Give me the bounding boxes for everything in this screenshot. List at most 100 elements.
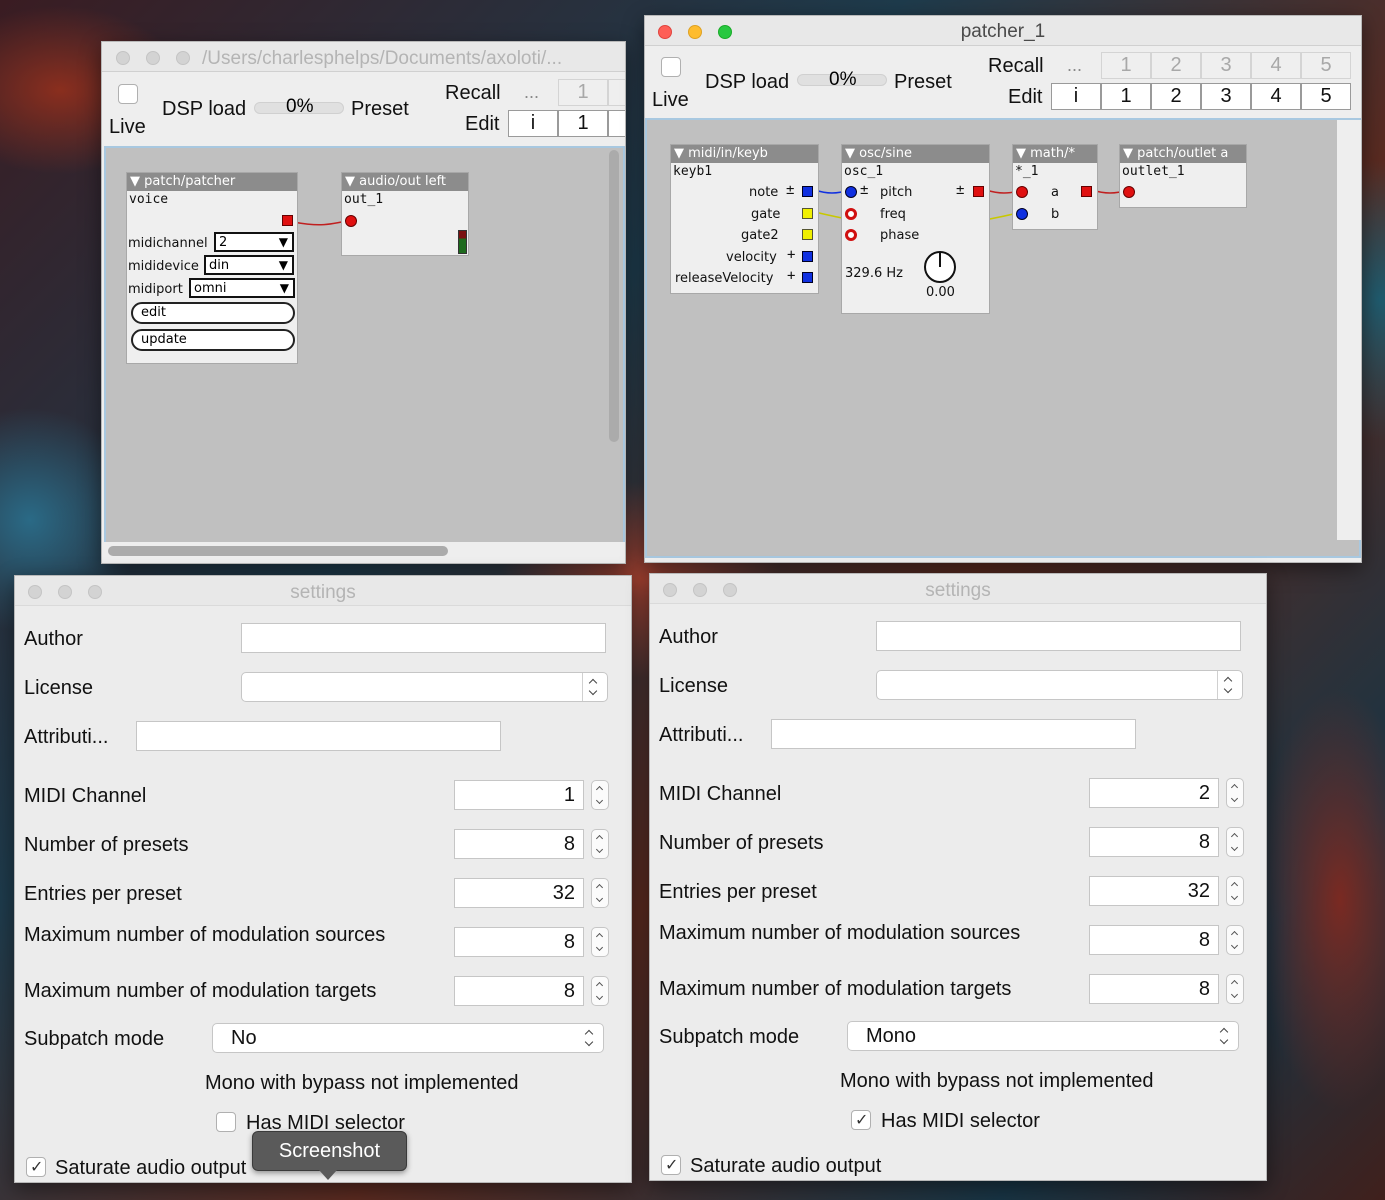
entries-stepper[interactable] <box>591 878 609 908</box>
outlet-pin-note[interactable] <box>802 186 813 197</box>
inlet-pin[interactable] <box>345 215 357 227</box>
inlet-pin-phase[interactable] <box>845 229 857 241</box>
midi-channel-stepper[interactable] <box>1226 778 1244 808</box>
edit-info-button[interactable]: i <box>508 110 558 137</box>
recall-preset-2-cut[interactable] <box>608 79 625 106</box>
subpatch-mode-select[interactable]: Mono <box>847 1021 1239 1051</box>
outlet-pin-result[interactable] <box>1081 186 1092 197</box>
presets-field[interactable]: 8 <box>1089 827 1219 857</box>
attribution-field[interactable] <box>771 719 1136 749</box>
object-instance-name[interactable]: outlet_1 <box>1122 164 1185 179</box>
edit-subpatch-button[interactable]: edit <box>131 302 295 324</box>
vertical-scrollbar[interactable] <box>609 150 619 442</box>
title-bar[interactable]: patcher_1 <box>645 16 1361 46</box>
preset-ellipsis[interactable]: ... <box>524 82 539 103</box>
collapse-triangle-icon[interactable]: ▼ <box>130 174 144 189</box>
mod-sources-stepper[interactable] <box>591 927 609 957</box>
minimize-button[interactable] <box>146 51 160 65</box>
horizontal-scrollbar[interactable] <box>108 546 448 556</box>
presets-stepper[interactable] <box>1226 827 1244 857</box>
entries-field[interactable]: 32 <box>1089 876 1219 906</box>
title-bar[interactable]: settings <box>15 576 631 606</box>
object-instance-name[interactable]: *_1 <box>1015 164 1038 179</box>
mod-targets-field[interactable]: 8 <box>1089 974 1219 1004</box>
pitch-knob-icon[interactable] <box>922 249 958 285</box>
edit-info-button[interactable]: i <box>1051 83 1101 110</box>
recall-preset-1[interactable]: 1 <box>1101 52 1151 79</box>
edit-preset-1[interactable]: 1 <box>1101 83 1151 110</box>
entries-stepper[interactable] <box>1226 876 1244 906</box>
object-audio-out-left[interactable]: ▼ audio/out left out_1 <box>341 172 469 256</box>
object-instance-name[interactable]: out_1 <box>344 192 383 207</box>
live-checkbox[interactable] <box>118 84 138 104</box>
inlet-pin-freq[interactable] <box>845 208 857 220</box>
mididevice-dropdown[interactable]: din ▼ <box>204 255 294 275</box>
inlet-pin-b[interactable] <box>1016 208 1028 220</box>
object-instance-name[interactable]: osc_1 <box>844 164 883 179</box>
recall-preset-2[interactable]: 2 <box>1151 52 1201 79</box>
collapse-triangle-icon[interactable]: ▼ <box>1123 146 1137 161</box>
mod-sources-field[interactable]: 8 <box>454 927 584 957</box>
inlet-pin-a[interactable] <box>1016 186 1028 198</box>
license-select[interactable] <box>876 670 1243 700</box>
midichannel-dropdown[interactable]: 2 ▼ <box>214 232 294 252</box>
mod-sources-field[interactable]: 8 <box>1089 925 1219 955</box>
midi-channel-field[interactable]: 2 <box>1089 778 1219 808</box>
recall-preset-1[interactable]: 1 <box>558 79 608 106</box>
title-bar[interactable]: /Users/charlesphelps/Documents/axoloti/.… <box>102 42 625 72</box>
mod-targets-field[interactable]: 8 <box>454 976 584 1006</box>
close-button[interactable] <box>116 51 130 65</box>
has-midi-selector-checkbox[interactable] <box>216 1112 236 1132</box>
entries-field[interactable]: 32 <box>454 878 584 908</box>
update-subpatch-button[interactable]: update <box>131 329 295 351</box>
object-instance-name[interactable]: keyb1 <box>673 164 712 179</box>
zoom-button[interactable] <box>176 51 190 65</box>
collapse-triangle-icon[interactable]: ▼ <box>345 174 359 189</box>
outlet-pin-gate[interactable] <box>802 208 813 219</box>
saturate-checkbox[interactable] <box>661 1155 681 1175</box>
midi-channel-field[interactable]: 1 <box>454 780 584 810</box>
object-patch-outlet-a[interactable]: ▼ patch/outlet a outlet_1 <box>1119 144 1247 208</box>
recall-preset-3[interactable]: 3 <box>1201 52 1251 79</box>
outlet-pin-release-velocity[interactable] <box>802 272 813 283</box>
object-midi-in-keyb[interactable]: ▼ midi/in/keyb keyb1 note ± gate gate2 v… <box>670 144 819 294</box>
outlet-pin-gate2[interactable] <box>802 229 813 240</box>
edit-preset-1[interactable]: 1 <box>558 110 608 137</box>
title-bar[interactable]: settings <box>650 574 1266 604</box>
outlet-pin-velocity[interactable] <box>802 251 813 262</box>
presets-field[interactable]: 8 <box>454 829 584 859</box>
inlet-pin-pitch[interactable] <box>845 186 857 198</box>
object-instance-name[interactable]: voice <box>129 192 168 207</box>
preset-ellipsis[interactable]: ... <box>1067 55 1082 76</box>
recall-preset-5[interactable]: 5 <box>1301 52 1351 79</box>
edit-preset-5[interactable]: 5 <box>1301 83 1351 110</box>
author-field[interactable] <box>876 621 1241 651</box>
collapse-triangle-icon[interactable]: ▼ <box>674 146 688 161</box>
saturate-checkbox[interactable] <box>26 1157 46 1177</box>
patch-canvas[interactable]: ▼ patch/patcher voice midichannel 2 ▼ mid… <box>104 146 625 563</box>
edit-preset-4[interactable]: 4 <box>1251 83 1301 110</box>
live-checkbox[interactable] <box>661 57 681 77</box>
midi-channel-stepper[interactable] <box>591 780 609 810</box>
collapse-triangle-icon[interactable]: ▼ <box>1016 146 1030 161</box>
edit-preset-2[interactable]: 2 <box>1151 83 1201 110</box>
object-patch-patcher[interactable]: ▼ patch/patcher voice midichannel 2 ▼ mid… <box>126 172 298 364</box>
recall-preset-4[interactable]: 4 <box>1251 52 1301 79</box>
attribution-field[interactable] <box>136 721 501 751</box>
collapse-triangle-icon[interactable]: ▼ <box>845 146 859 161</box>
object-osc-sine[interactable]: ▼ osc/sine osc_1 ± pitch ± freq phase 32… <box>841 144 990 314</box>
mod-targets-stepper[interactable] <box>591 976 609 1006</box>
license-select[interactable] <box>241 672 608 702</box>
edit-preset-2-cut[interactable] <box>608 110 625 137</box>
presets-stepper[interactable] <box>591 829 609 859</box>
midiport-dropdown[interactable]: omni ▼ <box>189 278 295 298</box>
object-math-multiply[interactable]: ▼ math/* *_1 a b <box>1012 144 1098 230</box>
subpatch-mode-select[interactable]: No <box>212 1023 604 1053</box>
author-field[interactable] <box>241 623 606 653</box>
inlet-pin[interactable] <box>1123 186 1135 198</box>
edit-preset-3[interactable]: 3 <box>1201 83 1251 110</box>
outlet-pin[interactable] <box>282 215 293 226</box>
has-midi-selector-checkbox[interactable] <box>851 1110 871 1130</box>
outlet-pin-wave[interactable] <box>973 186 984 197</box>
mod-targets-stepper[interactable] <box>1226 974 1244 1004</box>
